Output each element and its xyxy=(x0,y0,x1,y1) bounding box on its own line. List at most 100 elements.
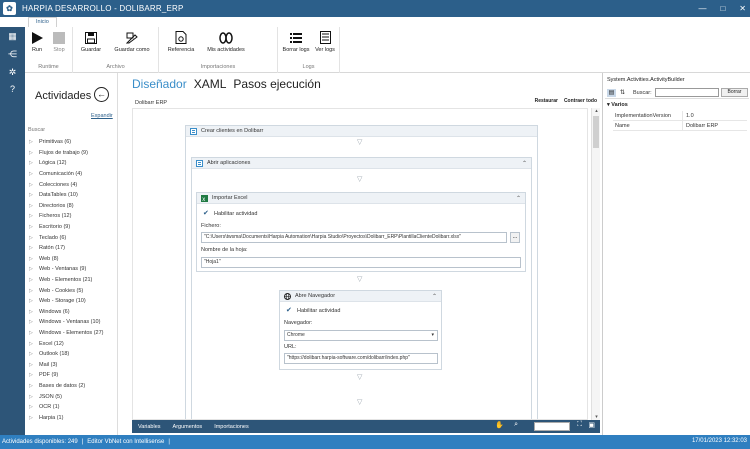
chevron-right-icon: ▷ xyxy=(29,361,33,368)
tab-inicio[interactable]: Inicio xyxy=(28,17,57,27)
hand-pan-icon[interactable]: ✋ xyxy=(495,421,504,429)
collapse-icon[interactable]: ⌃ xyxy=(516,195,521,202)
collapse-icon[interactable]: ⌃ xyxy=(522,160,527,167)
activity-category-item[interactable]: ▷ DataTables (10) xyxy=(29,190,117,201)
flow-arrow-icon: ▽ xyxy=(357,399,363,406)
activity-category-item[interactable]: ▷ Lógica (12) xyxy=(29,158,117,169)
save-button[interactable]: Guardar xyxy=(79,31,103,53)
activity-category-item[interactable]: ▷ Excel (12) xyxy=(29,338,117,349)
stop-button[interactable]: Stop xyxy=(51,31,67,53)
scroll-thumb[interactable] xyxy=(593,116,599,148)
close-button[interactable]: ✕ xyxy=(739,4,746,13)
browser-select[interactable]: Chrome ▾ xyxy=(284,330,438,341)
activity-category-label: Harpia (1) xyxy=(39,414,64,421)
activity-category-item[interactable]: ▷ Outlook (18) xyxy=(29,349,117,360)
properties-panel: System.Activities.ActivityBuilder ▤ ⇅ Bu… xyxy=(602,73,750,435)
sort-alpha-icon[interactable]: ⇅ xyxy=(618,89,627,97)
expand-link[interactable]: Expandir xyxy=(91,113,113,119)
my-activities-button[interactable]: Mis actividades xyxy=(203,31,249,53)
activity-category-item[interactable]: ▷ Flujos de trabajo (9) xyxy=(29,148,117,159)
help-icon[interactable]: ? xyxy=(6,84,19,95)
category-varios[interactable]: ▾ Varios xyxy=(607,102,628,108)
chevron-right-icon: ▷ xyxy=(29,329,33,336)
chevron-right-icon: ▷ xyxy=(29,351,33,358)
activity-category-label: Web - Storage (10) xyxy=(39,298,86,305)
sheet-name-label: Nombre de la hoja: xyxy=(201,247,248,253)
maximize-button[interactable]: □ xyxy=(720,4,725,13)
activity-category-item[interactable]: ▷ Directorios (8) xyxy=(29,201,117,212)
share-icon[interactable]: ⋲ xyxy=(6,49,19,60)
bug-icon[interactable]: ✲ xyxy=(6,67,19,78)
overview-icon[interactable]: ▣ xyxy=(588,421,595,429)
activity-category-item[interactable]: ▷ Web - Elementos (21) xyxy=(29,275,117,286)
zoom-select[interactable] xyxy=(534,422,570,431)
file-path-field[interactable]: "C:\Users\twsma\Documents\Harpia Automat… xyxy=(201,232,507,243)
minimize-button[interactable]: — xyxy=(698,4,706,13)
view-logs-icon xyxy=(313,31,337,44)
activity-category-item[interactable]: ▷ Escritorio (9) xyxy=(29,222,117,233)
breadcrumb[interactable]: Dolibarr ERP xyxy=(135,100,167,106)
property-row[interactable]: ImplementationVersion 1.0 xyxy=(613,111,747,121)
properties-search-input[interactable] xyxy=(655,88,719,97)
activities-search[interactable]: Buscar xyxy=(28,127,45,133)
activity-category-label: Primitivas (6) xyxy=(39,139,72,146)
sheet-name-field[interactable]: "Hoja1" xyxy=(201,257,521,268)
collapse-icon[interactable]: ⌃ xyxy=(432,293,437,300)
enable-activity-checkbox[interactable]: ✔ Habilitar actividad xyxy=(203,210,257,217)
browser-label: Navegador: xyxy=(284,320,313,326)
activity-category-item[interactable]: ▷ Windows - Ventanas (10) xyxy=(29,317,117,328)
activity-abre-navegador[interactable]: Abre Navegador ⌃ ✔ Habilitar actividad N… xyxy=(279,290,442,370)
activity-category-item[interactable]: ▷ Mail (3) xyxy=(29,359,117,370)
scroll-up-icon[interactable]: ▴ xyxy=(592,108,601,114)
activity-category-item[interactable]: ▷ Primitivas (6) xyxy=(29,137,117,148)
activity-importar-excel[interactable]: x Importar Excel ⌃ ✔ Habilitar actividad… xyxy=(196,192,526,272)
activity-category-label: Outlook (18) xyxy=(39,351,70,358)
chevron-right-icon: ▷ xyxy=(29,202,33,209)
activity-category-item[interactable]: ▷ Web (8) xyxy=(29,254,117,265)
save-as-button[interactable]: Guardar como xyxy=(111,31,153,53)
clear-search-button[interactable]: Borrar xyxy=(721,88,748,97)
tab-execution-steps[interactable]: Pasos ejecución xyxy=(233,77,320,91)
activity-category-item[interactable]: ▷ Comunicación (4) xyxy=(29,169,117,180)
canvas-scrollbar[interactable]: ▴ ▾ xyxy=(591,108,600,420)
activity-category-item[interactable]: ▷ Web - Cookies (5) xyxy=(29,285,117,296)
workflow-canvas[interactable]: Crear clientes en Dolibarr ▽ Abrir aplic… xyxy=(132,108,588,420)
activity-category-item[interactable]: ▷ Harpia (1) xyxy=(29,412,117,423)
activity-category-item[interactable]: ▷ Teclado (6) xyxy=(29,232,117,243)
tab-designer[interactable]: Diseñador xyxy=(132,77,187,91)
grid-icon[interactable]: ▦ xyxy=(6,31,19,42)
activity-category-item[interactable]: ▷ OCR (1) xyxy=(29,402,117,413)
property-row[interactable]: Name Dolibarr ERP xyxy=(613,121,747,131)
back-arrow-icon[interactable]: ← xyxy=(94,87,109,102)
activity-category-item[interactable]: ▷ Web - Ventanas (9) xyxy=(29,264,117,275)
activity-category-item[interactable]: ▷ Ficheros (12) xyxy=(29,211,117,222)
browse-file-button[interactable]: ... xyxy=(510,232,520,243)
activity-category-label: Bases de datos (2) xyxy=(39,382,86,389)
view-logs-button[interactable]: Ver logs xyxy=(313,31,337,53)
activity-category-item[interactable]: ▷ JSON (5) xyxy=(29,391,117,402)
dropdown-arrow-icon: ▾ xyxy=(431,332,434,338)
restore-link[interactable]: Restaurar xyxy=(535,98,558,104)
activity-category-item[interactable]: ▷ PDF (9) xyxy=(29,370,117,381)
tab-arguments[interactable]: Argumentos xyxy=(173,424,203,430)
reference-button[interactable]: Referencia xyxy=(166,31,196,53)
tab-variables[interactable]: Variables xyxy=(138,424,161,430)
activity-category-item[interactable]: ▷ Colecciones (4) xyxy=(29,179,117,190)
enable-activity-checkbox[interactable]: ✔ Habilitar actividad xyxy=(286,307,340,314)
clear-logs-button[interactable]: Borrar logs xyxy=(282,31,310,53)
activity-category-item[interactable]: ▷ Ratón (17) xyxy=(29,243,117,254)
fit-screen-icon[interactable]: ⛶ xyxy=(577,421,582,429)
activity-category-label: PDF (9) xyxy=(39,372,59,379)
tab-xaml[interactable]: XAML xyxy=(194,77,227,91)
collapse-all-link[interactable]: Contraer todo xyxy=(564,98,597,104)
activity-category-item[interactable]: ▷ Windows - Elementos (27) xyxy=(29,328,117,339)
zoom-icon[interactable]: ⌕ xyxy=(514,421,518,429)
run-button[interactable]: Run xyxy=(29,31,45,53)
tab-imports[interactable]: Importaciones xyxy=(214,424,249,430)
activity-category-item[interactable]: ▷ Web - Storage (10) xyxy=(29,296,117,307)
categorized-icon[interactable]: ▤ xyxy=(607,89,616,97)
activity-category-item[interactable]: ▷ Windows (6) xyxy=(29,307,117,318)
activities-count: Actividades disponibles: 249 xyxy=(2,439,78,445)
url-field[interactable]: "https://dolibarr.harpia-software.com/do… xyxy=(284,353,438,364)
activity-category-item[interactable]: ▷ Bases de datos (2) xyxy=(29,381,117,392)
